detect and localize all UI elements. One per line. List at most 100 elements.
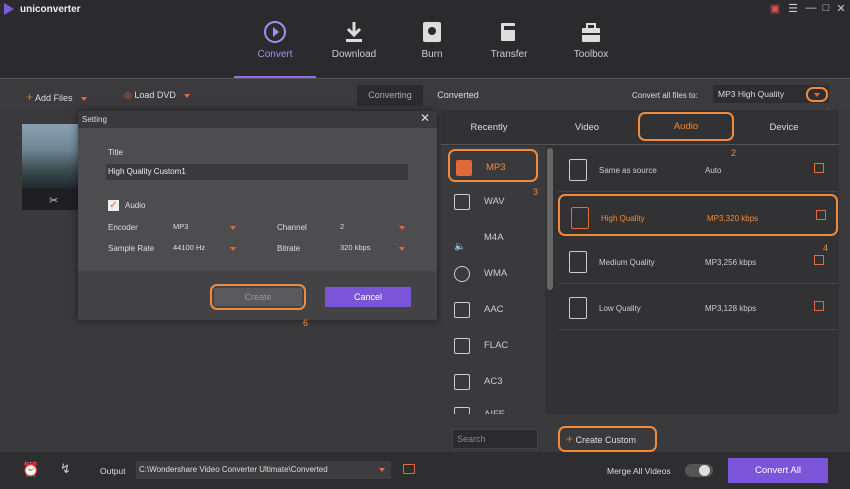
encoder-label: Encoder xyxy=(108,223,138,232)
edit-icon[interactable] xyxy=(814,163,824,173)
nav-transfer[interactable]: Transfer xyxy=(474,20,544,60)
dvd-icon: ◎ xyxy=(124,90,132,100)
nav-download[interactable]: Download xyxy=(319,20,389,60)
encoder-select[interactable]: MP3 xyxy=(173,222,239,231)
nav-label: Convert xyxy=(257,49,293,60)
quality-row-medium[interactable]: Medium Quality MP3,256 kbps xyxy=(558,240,838,284)
output-path: C:\Wondershare Video Converter Ultimate\… xyxy=(139,465,328,474)
format-label: AC3 xyxy=(484,376,503,387)
gift-icon[interactable]: ▣ xyxy=(768,2,782,15)
convert-icon xyxy=(264,21,286,43)
convert-all-button[interactable]: Convert All xyxy=(728,458,828,483)
audio-checkbox[interactable]: ✓ xyxy=(108,200,119,211)
format-label: AAC xyxy=(484,304,504,315)
app-logo-icon xyxy=(4,3,14,15)
toolbox-icon xyxy=(582,23,600,42)
chevron-down-icon xyxy=(814,93,820,97)
add-files-button[interactable]: + Add Files xyxy=(26,90,88,104)
chevron-down-icon xyxy=(230,226,236,230)
channel-value: 2 xyxy=(340,222,345,231)
format-list-scrollbar[interactable] xyxy=(547,148,553,290)
output-path-select[interactable]: C:\Wondershare Video Converter Ultimate\… xyxy=(136,461,391,479)
convert-all-dropdown-button[interactable] xyxy=(806,87,828,102)
quality-row-high[interactable]: High Quality MP3,320 kbps xyxy=(558,194,838,236)
add-files-label: Add Files xyxy=(35,93,73,103)
title-bar: uniconverter ▣ ☰ — □ ✕ Convert Download … xyxy=(0,0,850,78)
quality-name: High Quality xyxy=(601,214,645,223)
low-quality-icon xyxy=(569,297,587,319)
ac3-file-icon xyxy=(454,374,470,390)
encoder-value: MP3 xyxy=(173,222,189,231)
bitrate-select[interactable]: 320 kbps xyxy=(340,243,408,252)
format-wav[interactable]: WAV xyxy=(448,185,538,218)
format-m4a[interactable]: 🔈 M4A xyxy=(448,221,538,254)
transfer-icon xyxy=(501,23,516,41)
tab-video[interactable]: Video xyxy=(542,122,632,133)
load-dvd-label: Load DVD xyxy=(134,90,176,100)
tab-audio[interactable]: Audio xyxy=(638,112,734,141)
dialog-header xyxy=(78,111,437,128)
close-window-icon[interactable]: ✕ xyxy=(834,2,848,15)
nav-convert[interactable]: Convert xyxy=(240,20,310,60)
audio-label: Audio xyxy=(125,201,146,210)
video-thumbnail[interactable] xyxy=(22,124,78,188)
speaker-icon: 🔈 xyxy=(454,241,466,252)
create-custom-button[interactable]: + Create Custom xyxy=(558,426,657,452)
chevron-down-icon xyxy=(184,94,191,98)
high-quality-icon xyxy=(571,207,589,229)
toolbar: + Add Files ◎ Load DVD Converting Conver… xyxy=(0,78,850,110)
edit-icon[interactable] xyxy=(814,255,824,265)
merge-toggle[interactable] xyxy=(685,464,713,477)
sample-rate-select[interactable]: 44100 Hz xyxy=(173,243,239,252)
format-aiff[interactable]: AIFF xyxy=(448,398,538,414)
tab-converting[interactable]: Converting xyxy=(357,85,423,106)
dialog-title: Setting xyxy=(82,115,107,124)
nav-burn[interactable]: Burn xyxy=(397,20,467,60)
quality-name: Low Quality xyxy=(599,304,641,313)
format-search-input[interactable]: Search xyxy=(452,429,538,449)
format-label: MP3 xyxy=(486,162,506,173)
nav-toolbox[interactable]: Toolbox xyxy=(556,20,626,60)
create-custom-label: Create Custom xyxy=(575,435,637,445)
scissors-icon[interactable]: ✂ xyxy=(49,194,58,207)
channel-select[interactable]: 2 xyxy=(340,222,408,231)
format-aac[interactable]: AAC xyxy=(448,293,538,326)
lightning-icon[interactable]: ↯ xyxy=(60,461,71,477)
format-mp3[interactable]: MP3 xyxy=(448,149,538,182)
folder-icon[interactable] xyxy=(403,464,415,474)
toggle-knob xyxy=(699,465,710,476)
title-input[interactable]: High Quality Custom1 xyxy=(106,164,408,180)
edit-icon[interactable] xyxy=(816,210,826,220)
menu-icon[interactable]: ☰ xyxy=(786,2,800,15)
tab-recently[interactable]: Recently xyxy=(444,122,534,133)
wma-icon xyxy=(454,266,470,282)
format-label: FLAC xyxy=(484,340,509,351)
bitrate-label: Bitrate xyxy=(277,244,301,253)
quality-row-source[interactable]: Same as source Auto xyxy=(558,148,838,192)
bottom-bar: ⏰ ↯ Output C:\Wondershare Video Converte… xyxy=(0,452,850,489)
cancel-button[interactable]: Cancel xyxy=(325,287,411,307)
sample-rate-value: 44100 Hz xyxy=(173,243,206,252)
burn-disc-icon xyxy=(423,22,441,42)
music-note-icon xyxy=(456,160,472,176)
format-ac3[interactable]: AC3 xyxy=(448,365,538,398)
tab-converted[interactable]: Converted xyxy=(425,85,491,106)
edit-icon[interactable] xyxy=(814,301,824,311)
chevron-down-icon xyxy=(379,468,385,472)
format-label: M4A xyxy=(484,232,504,243)
setting-dialog: Setting ✕ Title High Quality Custom1 ✓ A… xyxy=(78,111,437,328)
create-button[interactable]: Create xyxy=(214,288,302,306)
tab-divider xyxy=(441,144,839,145)
alarm-clock-icon[interactable]: ⏰ xyxy=(22,461,39,478)
format-wma[interactable]: WMA xyxy=(448,257,538,290)
quality-name: Medium Quality xyxy=(599,258,655,267)
minimize-icon[interactable]: — xyxy=(804,2,818,14)
quality-row-low[interactable]: Low Quality MP3,128 kbps xyxy=(558,286,838,330)
nav-label: Transfer xyxy=(490,49,528,60)
annotation-6: 6 xyxy=(303,318,309,328)
load-dvd-button[interactable]: ◎ Load DVD xyxy=(124,90,191,101)
maximize-icon[interactable]: □ xyxy=(819,2,833,14)
tab-device[interactable]: Device xyxy=(739,122,829,133)
format-flac[interactable]: FLAC xyxy=(448,329,538,362)
dialog-close-icon[interactable]: ✕ xyxy=(420,111,430,125)
